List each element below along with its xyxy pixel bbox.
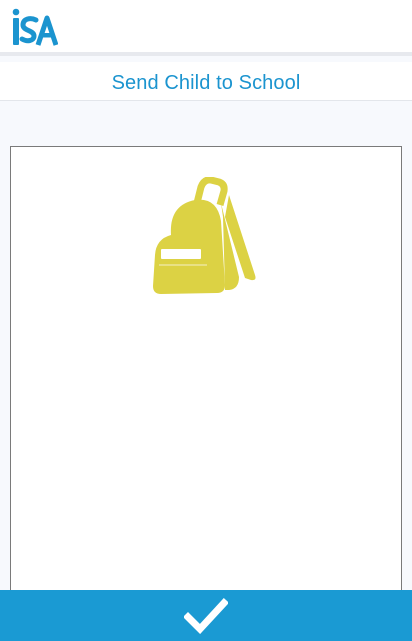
content-card — [10, 146, 402, 606]
app-screen: Send Child to School — [0, 0, 412, 641]
confirm-button[interactable] — [0, 590, 412, 641]
page-title-bar: Send Child to School — [0, 62, 412, 101]
page-title: Send Child to School — [111, 72, 301, 94]
isa-logo — [12, 8, 58, 46]
checkmark-icon — [184, 597, 228, 634]
top-bar — [0, 0, 412, 56]
backpack-icon — [153, 177, 256, 294]
